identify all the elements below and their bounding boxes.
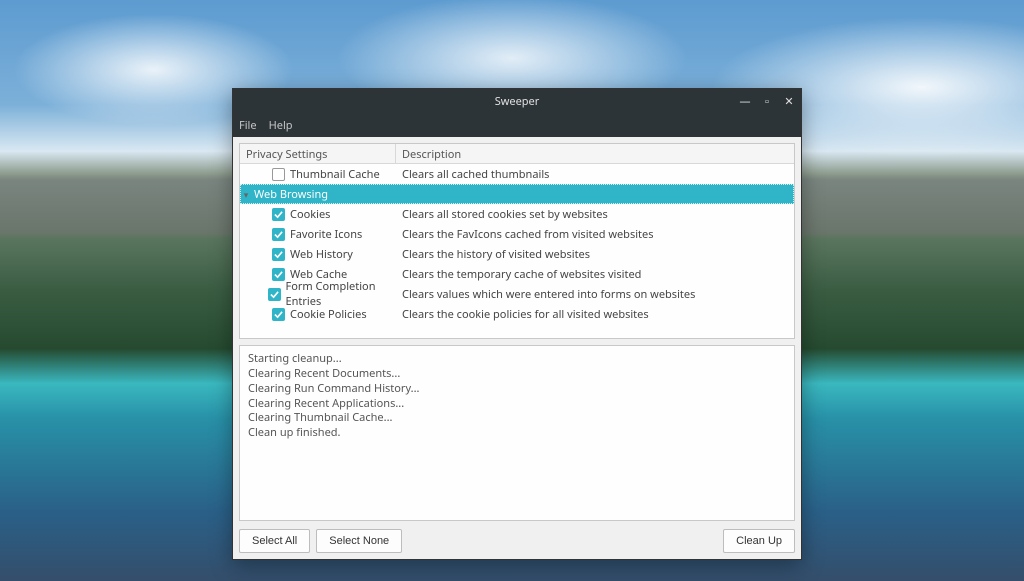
clean-up-button[interactable]: Clean Up: [723, 529, 795, 553]
label-cookie-policies: Cookie Policies: [290, 307, 367, 322]
desc-web-cache: Clears the temporary cache of websites v…: [396, 267, 794, 282]
desc-thumbnail-cache: Clears all cached thumbnails: [396, 167, 794, 182]
tree-row-web-history[interactable]: Web History Clears the history of visite…: [240, 244, 794, 264]
log-output: Starting cleanup... Clearing Recent Docu…: [239, 345, 795, 521]
column-header-privacy[interactable]: Privacy Settings: [240, 144, 396, 163]
label-favorite-icons: Favorite Icons: [290, 227, 362, 242]
log-line: Starting cleanup...: [248, 352, 786, 367]
label-form-completion: Form Completion Entries: [286, 279, 397, 309]
log-line: Clearing Thumbnail Cache...: [248, 411, 786, 426]
menubar: File Help: [233, 113, 801, 137]
checkbox-favorite-icons[interactable]: [272, 228, 285, 241]
checkbox-web-history[interactable]: [272, 248, 285, 261]
log-line: Clearing Recent Documents...: [248, 367, 786, 382]
tree-row-form-completion[interactable]: Form Completion Entries Clears values wh…: [240, 284, 794, 304]
titlebar[interactable]: Sweeper — ▫ ✕: [233, 89, 801, 113]
desc-cookie-policies: Clears the cookie policies for all visit…: [396, 307, 794, 322]
log-line: Clean up finished.: [248, 426, 786, 441]
label-web-browsing: Web Browsing: [252, 187, 328, 202]
maximize-icon[interactable]: ▫: [761, 94, 773, 109]
close-icon[interactable]: ✕: [783, 94, 795, 109]
checkbox-form-completion[interactable]: [268, 288, 281, 301]
column-header-description[interactable]: Description: [396, 144, 794, 163]
desc-favorite-icons: Clears the FavIcons cached from visited …: [396, 227, 794, 242]
select-none-button[interactable]: Select None: [316, 529, 402, 553]
tree-row-thumbnail-cache[interactable]: Thumbnail Cache Clears all cached thumbn…: [240, 164, 794, 184]
select-all-button[interactable]: Select All: [239, 529, 310, 553]
desc-web-history: Clears the history of visited websites: [396, 247, 794, 262]
menu-help[interactable]: Help: [269, 118, 293, 133]
label-cookies: Cookies: [290, 207, 330, 222]
expand-icon[interactable]: ▾: [240, 188, 252, 201]
tree-row-favorite-icons[interactable]: Favorite Icons Clears the FavIcons cache…: [240, 224, 794, 244]
desc-cookies: Clears all stored cookies set by website…: [396, 207, 794, 222]
window-title: Sweeper: [495, 94, 540, 109]
privacy-tree: Privacy Settings Description Thumbnail C…: [239, 143, 795, 339]
checkbox-cookies[interactable]: [272, 208, 285, 221]
checkbox-cookie-policies[interactable]: [272, 308, 285, 321]
tree-row-cookies[interactable]: Cookies Clears all stored cookies set by…: [240, 204, 794, 224]
app-window: Sweeper — ▫ ✕ File Help Privacy Settings…: [232, 88, 802, 560]
label-web-history: Web History: [290, 247, 353, 262]
desc-form-completion: Clears values which were entered into fo…: [396, 287, 794, 302]
log-line: Clearing Recent Applications...: [248, 397, 786, 412]
tree-row-cookie-policies[interactable]: Cookie Policies Clears the cookie polici…: [240, 304, 794, 324]
label-thumbnail-cache: Thumbnail Cache: [290, 167, 380, 182]
tree-row-web-browsing[interactable]: ▾ Web Browsing: [240, 184, 794, 204]
checkbox-thumbnail-cache[interactable]: [272, 168, 285, 181]
minimize-icon[interactable]: —: [739, 94, 751, 109]
menu-file[interactable]: File: [239, 118, 257, 133]
log-line: Clearing Run Command History...: [248, 382, 786, 397]
